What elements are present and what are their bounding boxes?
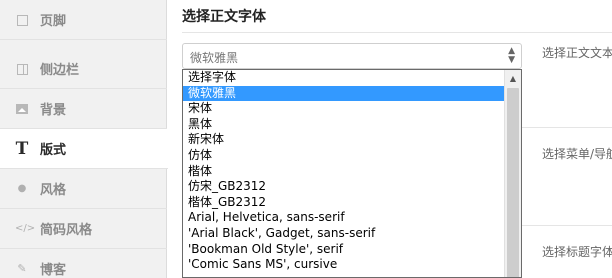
typography-icon: T — [15, 138, 29, 159]
sidebar: 页脚 侧边栏 背景 T 版式 ● 风格 </> 简码风格 ✎ 博客 — [0, 0, 168, 278]
main-panel: 选择正文字体 微软雅黑 ▲ ▼ 选择正文文本 选择菜单/导航 选择标题字体 选择字… — [168, 0, 612, 278]
image-icon — [15, 102, 29, 116]
dropdown-option[interactable]: 'Comic Sans MS', cursive — [183, 257, 521, 273]
description-body-text: 选择正文文本 — [542, 46, 612, 60]
dropdown-option[interactable]: 'Bookman Old Style', serif — [183, 242, 521, 258]
font-dropdown-list[interactable]: 选择字体 微软雅黑 宋体 黑体 新宋体 仿体 楷体 仿宋_GB2312 楷体_G… — [182, 69, 522, 278]
dropdown-option-selected[interactable]: 微软雅黑 — [183, 85, 521, 102]
sidebar-item-label: 博客 — [40, 263, 67, 278]
sidebar-item-layout[interactable]: T 版式 — [0, 129, 168, 169]
dropdown-option[interactable]: Arial, Helvetica, sans-serif — [183, 210, 521, 226]
sidebar-item-label: 侧边栏 — [40, 63, 80, 78]
dropdown-option[interactable]: 楷体 — [183, 164, 521, 180]
scroll-up-icon[interactable]: ▲ — [505, 70, 521, 87]
sidebar-item-style[interactable]: ● 风格 — [0, 169, 167, 209]
dropdown-option[interactable]: 'Arial Black', Gadget, sans-serif — [183, 226, 521, 242]
dropdown-scrollbar[interactable]: ▲ — [504, 70, 521, 277]
sidebar-item-label: 简码风格 — [40, 223, 93, 238]
description-heading-font: 选择标题字体 — [542, 245, 612, 259]
dropdown-options: 选择字体 微软雅黑 宋体 黑体 新宋体 仿体 楷体 仿宋_GB2312 楷体_G… — [183, 70, 521, 273]
dropdown-option[interactable]: 仿体 — [183, 148, 521, 164]
sidebar-item-label: 背景 — [40, 103, 67, 118]
scrollbar-thumb[interactable] — [507, 88, 519, 277]
dropdown-option[interactable]: 选择字体 — [183, 70, 521, 86]
dropdown-option[interactable]: 仿宋_GB2312 — [183, 179, 521, 195]
sidebar-item-footer[interactable]: 页脚 — [0, 0, 167, 40]
square-icon — [15, 13, 29, 27]
divider — [182, 32, 612, 33]
dropdown-option[interactable]: 黑体 — [183, 117, 521, 133]
dropdown-option[interactable]: 新宋体 — [183, 132, 521, 148]
dropdown-option[interactable]: 宋体 — [183, 101, 521, 117]
columns-icon — [15, 62, 29, 76]
sidebar-item-blog[interactable]: ✎ 博客 — [0, 249, 167, 278]
dropdown-option[interactable]: 楷体_GB2312 — [183, 195, 521, 211]
droplet-icon: ● — [17, 182, 27, 194]
sidebar-item-shortcode-style[interactable]: </> 简码风格 — [0, 209, 167, 249]
sidebar-item-sidebar[interactable]: 侧边栏 — [0, 49, 167, 89]
sidebar-item-label: 风格 — [40, 183, 67, 198]
code-icon: </> — [15, 222, 36, 234]
sidebar-item-background[interactable]: 背景 — [0, 89, 167, 129]
select-arrows-icon: ▲ ▼ — [508, 46, 515, 65]
section-title: 选择正文字体 — [182, 9, 266, 25]
sidebar-item-label: 页脚 — [40, 14, 67, 29]
select-value: 微软雅黑 — [190, 51, 239, 65]
sidebar-item-label: 版式 — [40, 143, 67, 158]
description-menu-nav: 选择菜单/导航 — [542, 147, 612, 161]
pin-icon: ✎ — [17, 261, 27, 275]
body-font-select[interactable]: 微软雅黑 ▲ ▼ — [182, 43, 522, 69]
